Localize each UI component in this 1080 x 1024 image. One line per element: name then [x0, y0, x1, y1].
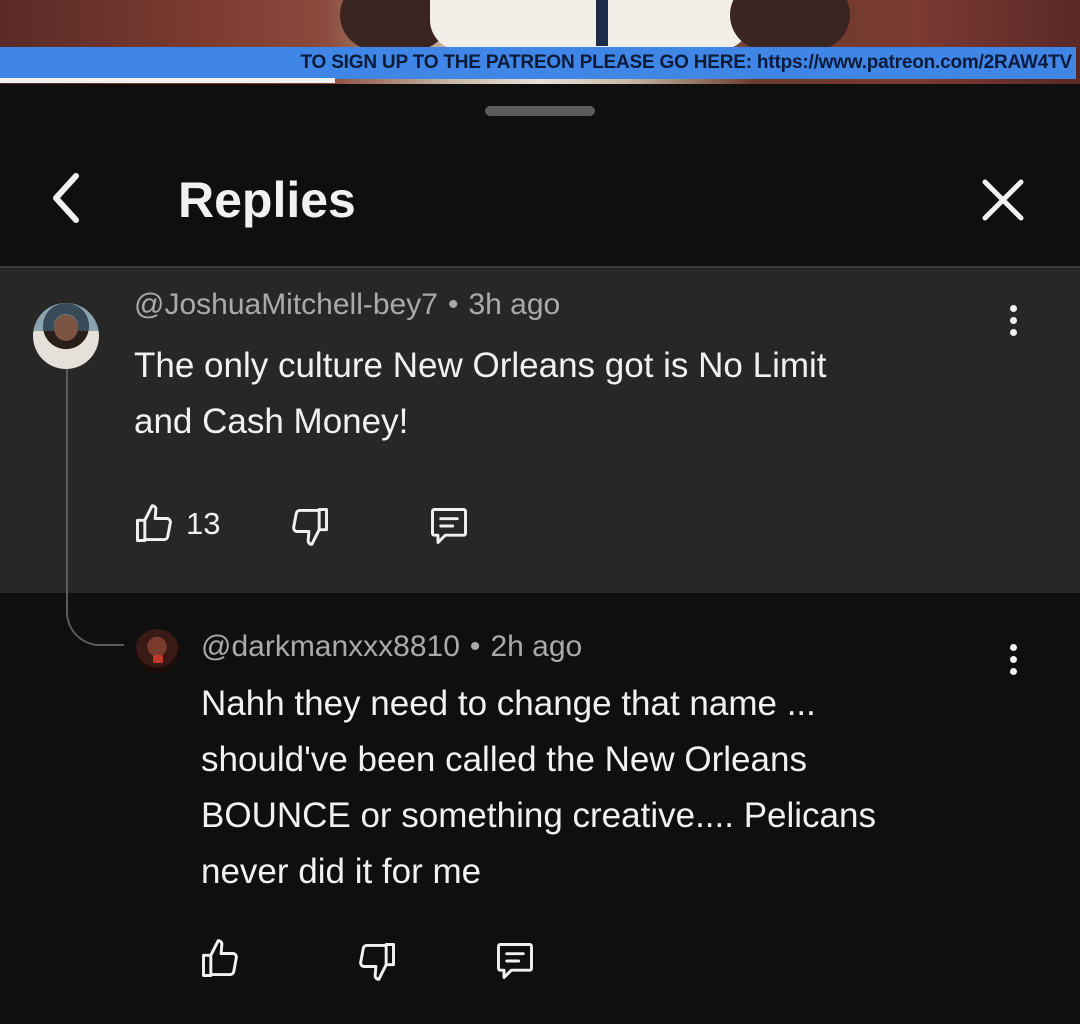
comment-meta: @JoshuaMitchell-bey7 • 3h ago — [134, 288, 560, 322]
replies-sheet: Replies @JoshuaMitchell-bey7 • 3h ago The … — [0, 84, 1080, 1024]
video-banner-text: TO SIGN UP TO THE PATREON PLEASE GO HERE… — [0, 47, 1076, 79]
avatar[interactable] — [135, 629, 179, 673]
reply-button[interactable] — [426, 504, 472, 548]
thumbs-down-icon — [292, 508, 328, 546]
thread-line — [66, 369, 68, 574]
more-dot — [1009, 304, 1017, 312]
like-button[interactable]: 13 — [132, 502, 220, 546]
video-progress-fill — [0, 78, 335, 83]
reply-reply-button[interactable] — [492, 939, 538, 983]
more-dot — [1009, 316, 1017, 324]
reply-author[interactable]: @darkmanxxx8810 — [201, 630, 460, 663]
reply-text-line: should've been called the New Orleans — [201, 740, 807, 779]
comment-time[interactable]: 3h ago — [468, 288, 560, 321]
reply-like-button[interactable] — [198, 937, 242, 981]
back-button[interactable] — [38, 168, 94, 228]
meta-separator: • — [447, 288, 459, 321]
comment-text-line: and Cash Money! — [134, 402, 409, 441]
reply-text: Nahh they need to change that name ... s… — [201, 676, 876, 900]
more-dot — [1009, 643, 1017, 651]
video-player[interactable]: TO SIGN UP TO THE PATREON PLEASE GO HERE… — [0, 0, 1080, 84]
comment-more-button[interactable] — [996, 298, 1030, 342]
video-frame-shape — [730, 0, 850, 50]
video-frame-shape — [596, 0, 608, 46]
more-dot — [1009, 328, 1017, 336]
comment-author[interactable]: @JoshuaMitchell-bey7 — [134, 288, 438, 321]
reply-dislike-button[interactable] — [355, 939, 399, 983]
reply-more-button[interactable] — [996, 637, 1030, 681]
chevron-left-icon — [53, 173, 79, 223]
dislike-button[interactable] — [288, 504, 332, 548]
thread-connector — [66, 560, 124, 646]
video-frame-shape — [430, 0, 750, 50]
reply-text-line: never did it for me — [201, 852, 482, 891]
like-count: 13 — [186, 506, 221, 541]
comment-text-line: The only culture New Orleans got is No L… — [134, 346, 827, 385]
thumbs-up-icon — [136, 504, 172, 542]
more-dot — [1009, 667, 1017, 675]
comment-text: The only culture New Orleans got is No L… — [134, 338, 827, 450]
video-progress-bar[interactable] — [0, 78, 1080, 83]
meta-separator: • — [469, 630, 481, 663]
comment-icon — [431, 508, 467, 544]
comment-icon — [497, 943, 533, 979]
thumbs-down-icon — [359, 943, 395, 981]
reply-text-line: BOUNCE or something creative.... Pelican… — [201, 796, 876, 835]
reply-time[interactable]: 2h ago — [490, 630, 582, 663]
drag-handle[interactable] — [485, 106, 595, 116]
thumbs-up-icon — [202, 939, 238, 977]
avatar[interactable] — [33, 303, 99, 369]
reply-text-line: Nahh they need to change that name ... — [201, 684, 816, 723]
close-button[interactable] — [972, 170, 1034, 230]
close-icon — [982, 179, 1024, 221]
page-title: Replies — [178, 172, 356, 228]
more-dot — [1009, 655, 1017, 663]
reply-meta: @darkmanxxx8810 • 2h ago — [201, 630, 582, 664]
